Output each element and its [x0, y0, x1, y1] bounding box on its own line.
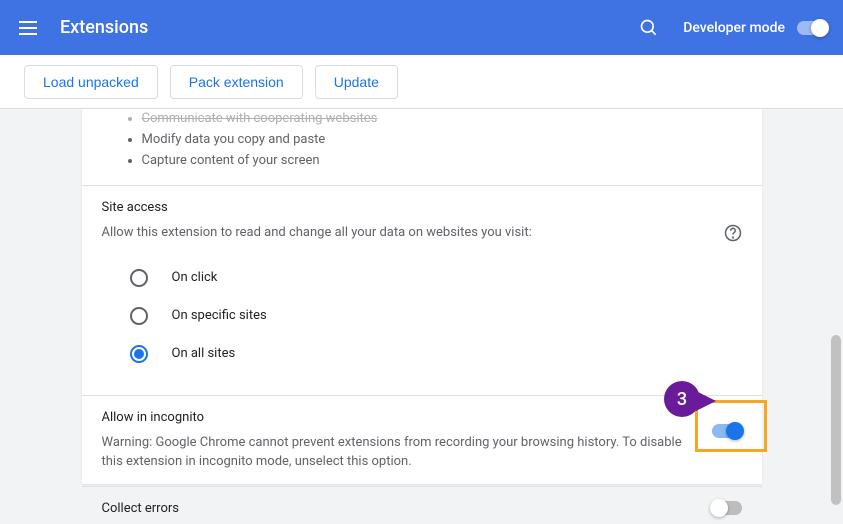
radio-icon [130, 269, 148, 287]
allow-incognito-toggle[interactable] [712, 424, 742, 438]
collect-errors-toggle[interactable] [712, 501, 742, 515]
radio-label: On specific sites [172, 308, 267, 323]
developer-mode-label: Developer mode [683, 20, 785, 36]
permission-item: Capture content of your screen [142, 151, 742, 172]
developer-mode-toggle[interactable] [797, 21, 827, 35]
extension-card: Communicate with cooperating websites Mo… [82, 109, 762, 484]
radio-icon [130, 345, 148, 363]
content-scroll[interactable]: Communicate with cooperating websites Mo… [0, 109, 843, 524]
radio-on-click[interactable]: On click [130, 259, 714, 297]
load-unpacked-button[interactable]: Load unpacked [24, 65, 158, 99]
toolbar: Load unpacked Pack extension Update [0, 55, 843, 109]
scrollbar-thumb[interactable] [831, 335, 841, 505]
help-icon[interactable] [724, 224, 742, 242]
update-button[interactable]: Update [315, 65, 398, 99]
site-access-section: Site access Allow this extension to read… [82, 186, 762, 396]
site-access-title: Site access [102, 200, 742, 215]
permissions-section: Communicate with cooperating websites Mo… [82, 109, 762, 186]
radio-label: On all sites [172, 346, 236, 361]
collect-errors-title: Collect errors [102, 501, 179, 516]
permission-item: Communicate with cooperating websites [142, 109, 742, 130]
pack-extension-button[interactable]: Pack extension [170, 65, 303, 99]
incognito-title: Allow in incognito [102, 410, 700, 425]
radio-label: On click [172, 270, 218, 285]
incognito-warning: Warning: Google Chrome cannot prevent ex… [102, 433, 700, 472]
app-header: Extensions Developer mode [0, 0, 843, 55]
scrollbar[interactable] [829, 55, 843, 524]
radio-on-specific-sites[interactable]: On specific sites [130, 297, 714, 335]
radio-icon [130, 307, 148, 325]
permissions-list: Communicate with cooperating websites Mo… [102, 109, 742, 171]
radio-on-all-sites[interactable]: On all sites [130, 335, 714, 373]
site-access-desc: Allow this extension to read and change … [102, 223, 532, 243]
permission-item: Modify data you copy and paste [142, 130, 742, 151]
allow-incognito-section: Allow in incognito Warning: Google Chrom… [82, 396, 762, 487]
site-access-radio-group: On click On specific sites On all sites [102, 243, 742, 381]
page-title: Extensions [60, 17, 148, 38]
collect-errors-section: Collect errors [82, 487, 762, 524]
search-icon[interactable] [639, 18, 659, 38]
menu-icon[interactable] [16, 16, 40, 40]
